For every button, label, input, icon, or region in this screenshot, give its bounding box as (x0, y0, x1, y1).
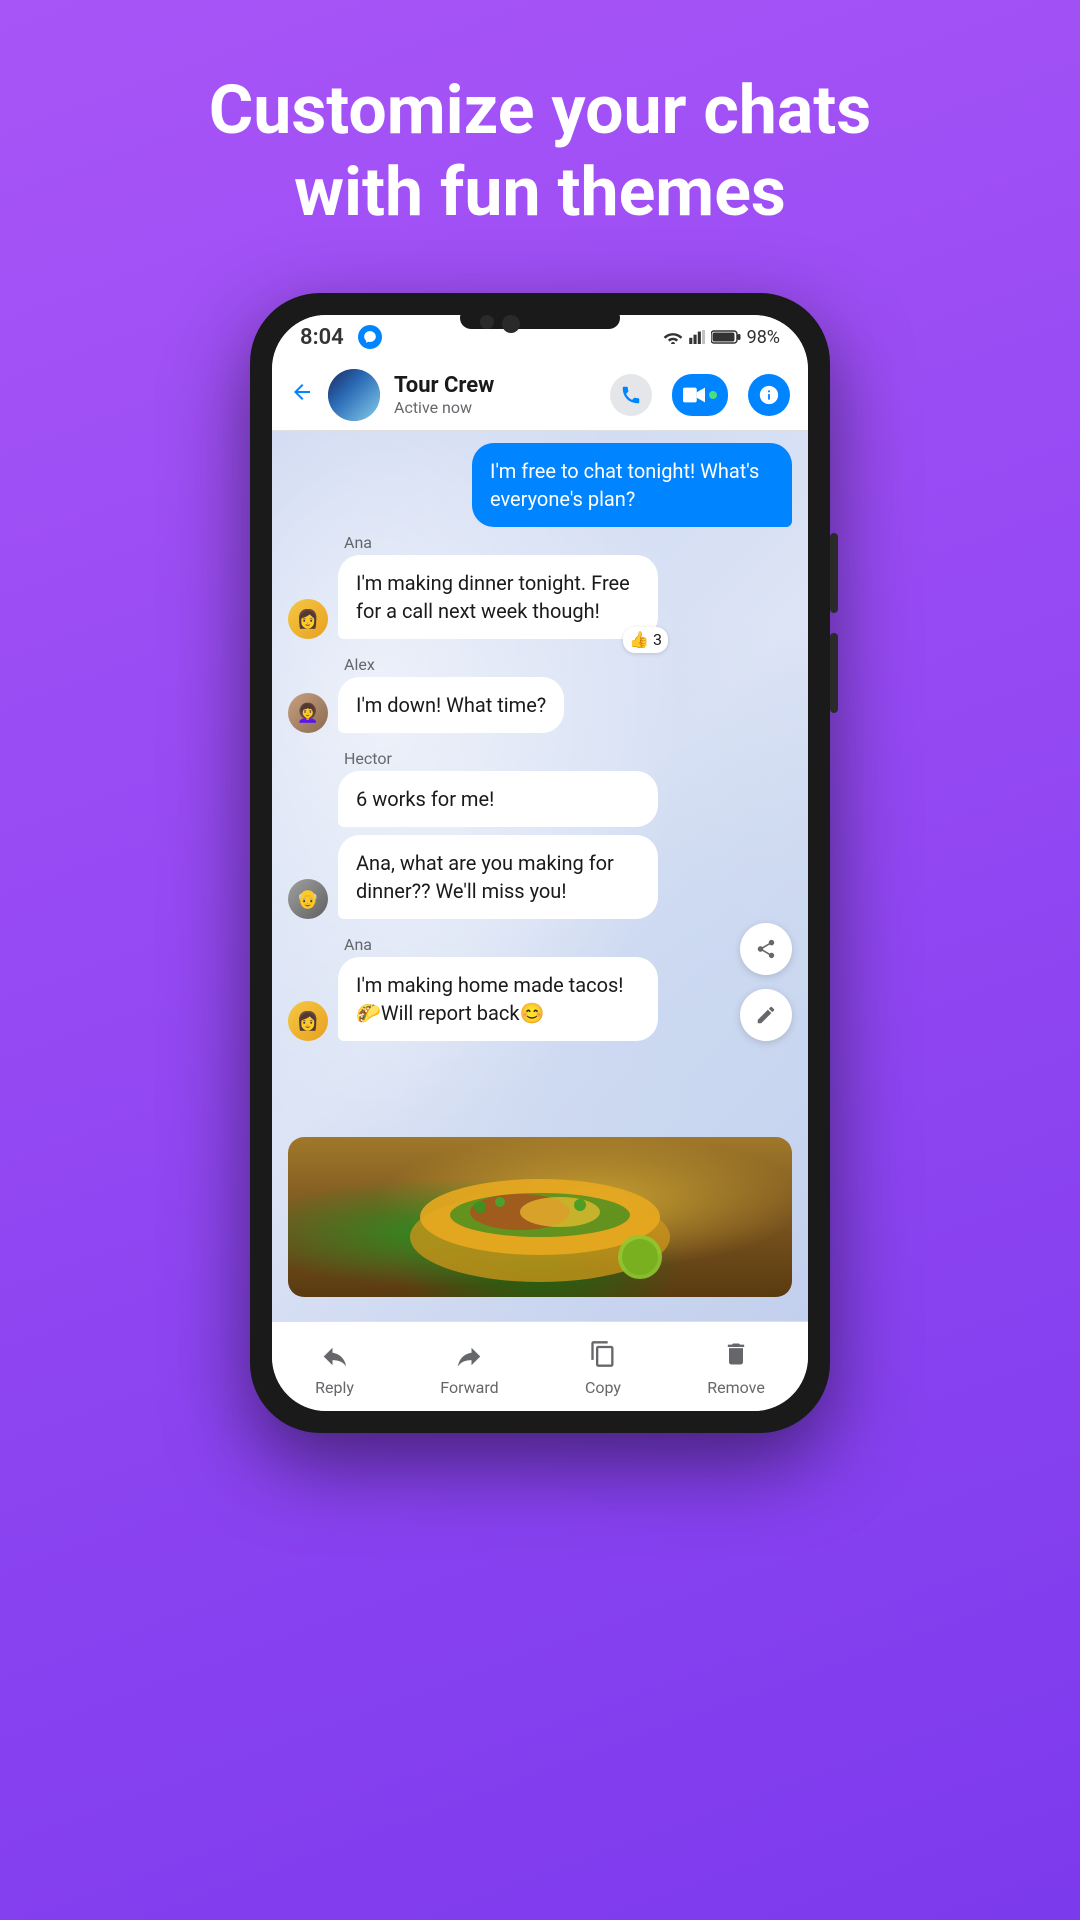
forward-icon (451, 1336, 487, 1372)
header-icons (610, 374, 790, 416)
chat-name-area: Tour Crew Active now (394, 373, 596, 417)
edit-button[interactable] (740, 989, 792, 1041)
forward-action[interactable]: Forward (440, 1336, 498, 1397)
side-button-2 (830, 633, 838, 713)
message-bubble: I'm down! What time? (338, 677, 564, 733)
info-button[interactable] (748, 374, 790, 416)
reply-action[interactable]: Reply (315, 1336, 354, 1397)
food-image (288, 1137, 792, 1297)
remove-action[interactable]: Remove (707, 1336, 765, 1397)
reaction-badge: 👍 👍 33 (623, 627, 668, 653)
sender-name: Ana (344, 935, 372, 954)
messenger-icon (358, 325, 382, 349)
video-button[interactable] (672, 374, 728, 416)
message-row: Alex 👩‍🦱 I'm down! What time? (288, 655, 792, 733)
headline: Customize your chats with fun themes (129, 70, 951, 233)
reply-label: Reply (315, 1378, 354, 1397)
message-bubble: I'm making home made tacos! 🌮Will report… (338, 957, 658, 1041)
status-time: 8:04 (300, 325, 344, 350)
call-button[interactable] (610, 374, 652, 416)
msg-with-avatar: 👩‍🦱 I'm down! What time? (288, 677, 564, 733)
copy-icon (585, 1336, 621, 1372)
avatar-ana-2: 👩 (288, 1001, 328, 1041)
chat-active-status: Active now (394, 398, 596, 417)
message-row: Hector 👴 6 works for me! Ana, what are y… (288, 749, 792, 919)
back-button[interactable] (290, 378, 314, 411)
message-bubble: I'm making dinner tonight. Free for a ca… (338, 555, 658, 639)
messages-container: I'm free to chat tonight! What's everyon… (272, 431, 808, 1053)
chat-header: Tour Crew Active now (272, 359, 808, 431)
msg-with-avatar: 👩 I'm making home made tacos! 🌮Will repo… (288, 957, 658, 1041)
remove-label: Remove (707, 1378, 765, 1397)
group-avatar (328, 369, 380, 421)
reply-icon (317, 1336, 353, 1372)
battery-label: 98% (747, 327, 780, 348)
sender-name: Alex (344, 655, 375, 674)
copy-action[interactable]: Copy (585, 1336, 621, 1397)
chat-area: I'm free to chat tonight! What's everyon… (272, 431, 808, 1321)
avatar-hector: 👴 (288, 879, 328, 919)
sender-name: Ana (344, 533, 372, 552)
chat-name: Tour Crew (394, 373, 596, 398)
sender-name: Hector (344, 749, 392, 768)
msg-with-avatar: 👴 6 works for me! Ana, what are you maki… (288, 771, 658, 919)
share-button[interactable] (740, 923, 792, 975)
avatar-ana: 👩 (288, 599, 328, 639)
message-row: Ana 👩 I'm making home made tacos! 🌮Will … (288, 935, 792, 1041)
phone-screen: 8:04 (272, 315, 808, 1411)
remove-icon (718, 1336, 754, 1372)
message-row: Ana 👩 I'm making dinner tonight. Free fo… (288, 533, 792, 639)
msg-with-avatar: 👩 I'm making dinner tonight. Free for a … (288, 555, 658, 639)
message-row: I'm free to chat tonight! What's everyon… (288, 443, 792, 527)
side-button-1 (830, 533, 838, 613)
action-bar: Reply Forward Copy (272, 1321, 808, 1411)
copy-label: Copy (585, 1378, 621, 1397)
side-icons (740, 923, 792, 1041)
message-bubble: Ana, what are you making for dinner?? We… (338, 835, 658, 919)
message-bubble: I'm free to chat tonight! What's everyon… (472, 443, 792, 527)
phone-device: 8:04 (250, 293, 830, 1433)
taco-overlay (288, 1137, 792, 1297)
message-bubble: 6 works for me! (338, 771, 658, 827)
forward-label: Forward (440, 1378, 498, 1397)
status-right: 98% (663, 327, 780, 348)
avatar-alex: 👩‍🦱 (288, 693, 328, 733)
